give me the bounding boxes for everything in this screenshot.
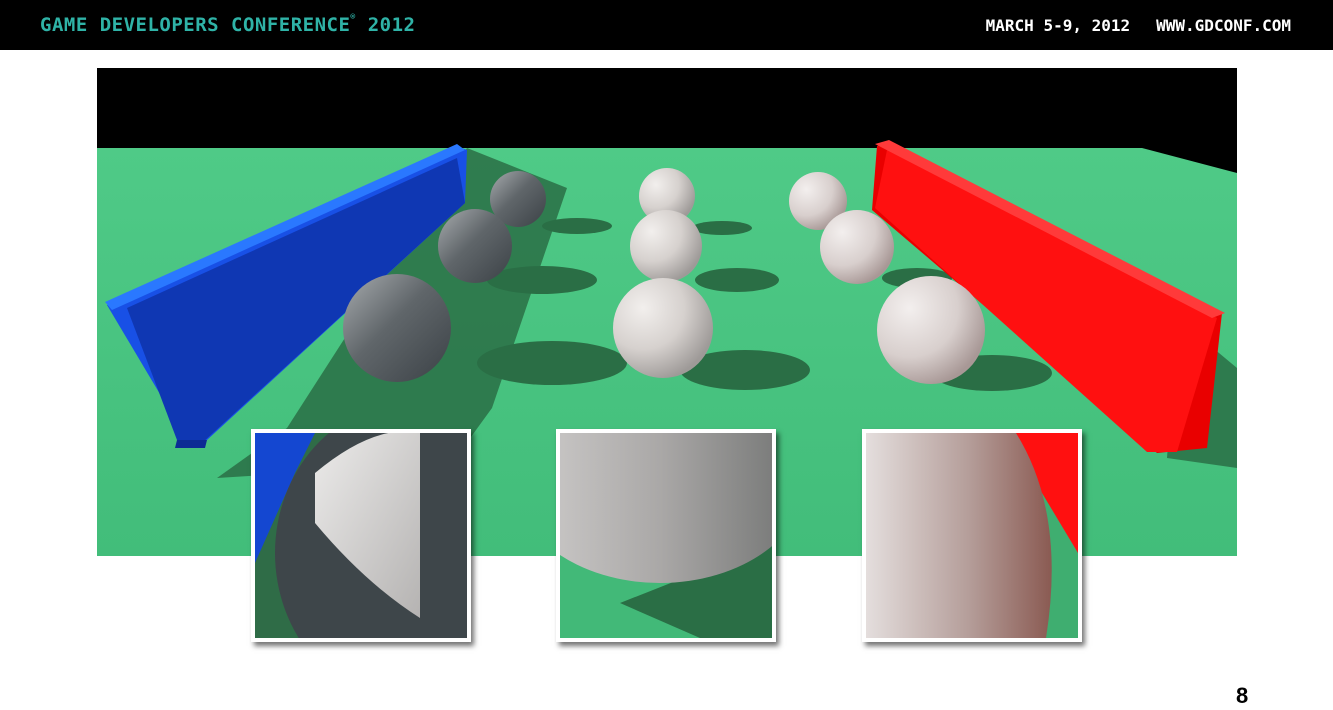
sphere [877, 276, 985, 384]
sphere [613, 278, 713, 378]
page-number: 8 [1236, 683, 1249, 708]
conference-info: MARCH 5-9, 2012 WWW.GDCONF.COM [986, 16, 1291, 35]
left-closeup-inset [251, 429, 471, 642]
right-closeup-render [866, 433, 1078, 638]
sphere [630, 210, 702, 282]
sphere-shadow [695, 268, 779, 292]
left-closeup-render [255, 433, 467, 638]
conference-dates: MARCH 5-9, 2012 [985, 16, 1131, 35]
sphere [820, 210, 894, 284]
center-closeup-inset [556, 429, 776, 642]
conference-title: GAME DEVELOPERS CONFERENCE® 2012 [40, 12, 416, 36]
sphere [438, 209, 512, 283]
registered-mark: ® [350, 12, 356, 21]
conference-website: WWW.GDCONF.COM [1156, 16, 1291, 35]
sphere-shadow [692, 221, 752, 235]
conference-year: 2012 [367, 14, 416, 36]
conference-header-bar: GAME DEVELOPERS CONFERENCE® 2012 MARCH 5… [0, 0, 1333, 50]
center-closeup-render [560, 433, 772, 638]
sphere-shadow [542, 218, 612, 234]
right-closeup-inset [862, 429, 1082, 642]
sphere-shadow [487, 266, 597, 294]
sphere [343, 274, 451, 382]
sphere-shadow [477, 341, 627, 385]
